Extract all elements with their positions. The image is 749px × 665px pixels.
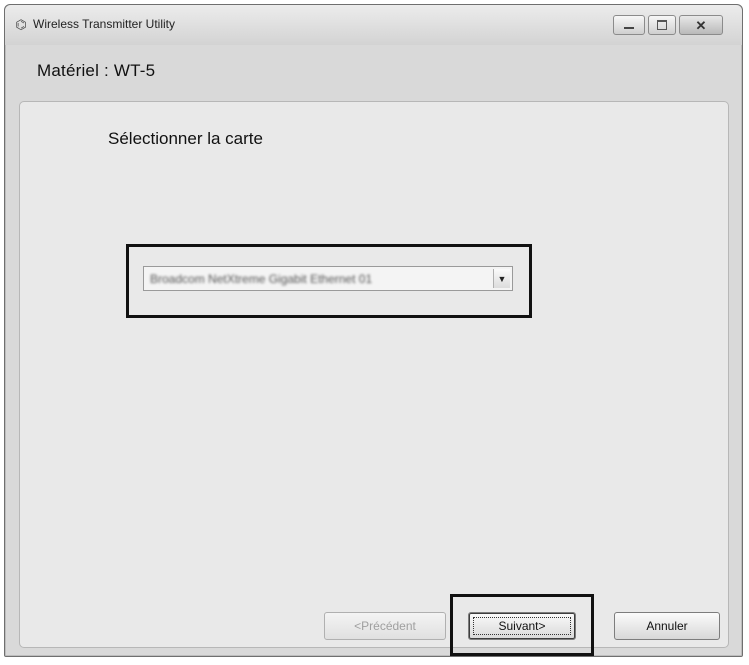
- maximize-icon: [657, 20, 667, 30]
- close-icon: ✕: [695, 17, 707, 33]
- previous-button-label: <Précédent: [354, 619, 416, 633]
- close-button[interactable]: ✕: [679, 15, 723, 35]
- focus-ring: [473, 617, 571, 635]
- cancel-button-label: Annuler: [646, 619, 688, 633]
- previous-button[interactable]: <Précédent: [324, 612, 446, 640]
- card-select[interactable]: Broadcom NetXtreme Gigabit Ethernet 01 ▼: [143, 266, 513, 291]
- content-panel: Sélectionner la carte Broadcom NetXtreme…: [19, 101, 729, 656]
- next-button[interactable]: Suivant>: [468, 612, 576, 640]
- card-select-value: Broadcom NetXtreme Gigabit Ethernet 01: [150, 272, 373, 286]
- window-title: Wireless Transmitter Utility: [33, 17, 176, 31]
- cancel-button[interactable]: Annuler: [614, 612, 720, 640]
- card-select-highlight: Broadcom NetXtreme Gigabit Ethernet 01 ▼: [126, 244, 532, 318]
- chevron-down-icon[interactable]: ▼: [493, 269, 510, 288]
- page-heading: Sélectionner la carte: [108, 129, 263, 148]
- title-bar[interactable]: ⌬ Wireless Transmitter Utility ✕: [5, 5, 742, 45]
- app-window: ⌬ Wireless Transmitter Utility ✕ Matérie…: [4, 4, 743, 657]
- minimize-icon: [624, 27, 634, 29]
- hardware-label: Matériel : WT-5: [37, 61, 156, 80]
- maximize-button[interactable]: [648, 15, 676, 35]
- app-icon: ⌬: [15, 17, 27, 32]
- minimize-button[interactable]: [613, 15, 645, 35]
